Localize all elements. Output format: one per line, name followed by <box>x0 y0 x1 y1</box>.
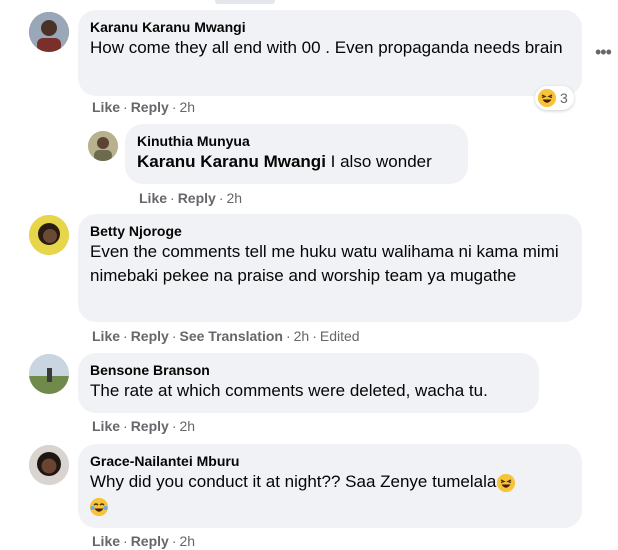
reply-button[interactable]: Reply <box>131 533 169 549</box>
comment-text: Why did you conduct it at night?? Saa Ze… <box>90 470 570 518</box>
edited-label: Edited <box>319 328 360 344</box>
avatar[interactable] <box>29 12 69 52</box>
reply-button[interactable]: Reply <box>131 418 169 434</box>
comment-actions: Like · Reply · 2h <box>139 190 243 206</box>
laughing-emoji-icon <box>538 89 556 107</box>
comment-bubble: Karanu Karanu Mwangi How come they all e… <box>78 10 582 96</box>
comment-text: Even the comments tell me huku watu wali… <box>90 242 559 285</box>
reply-bubble: Kinuthia Munyua Karanu Karanu Mwangi I a… <box>125 124 468 184</box>
like-button[interactable]: Like <box>92 418 120 434</box>
comment-text: Karanu Karanu Mwangi I also wonder <box>137 150 456 174</box>
comment-actions: Like · Reply · 2h <box>92 533 196 549</box>
reply-text: I also wonder <box>330 152 432 171</box>
comment-author[interactable]: Grace-Nailantei Mburu <box>90 452 570 470</box>
comment-bubble: Bensone Branson The rate at which commen… <box>78 353 539 413</box>
tears-of-joy-emoji-icon <box>90 497 108 516</box>
laughing-emoji-icon <box>497 473 516 492</box>
avatar[interactable] <box>29 445 69 485</box>
timestamp[interactable]: 2h <box>179 99 195 115</box>
comment-text: How come they all end with 00 . Even pro… <box>90 38 563 57</box>
like-button[interactable]: Like <box>139 190 167 206</box>
reaction-summary[interactable]: 3 <box>535 86 574 110</box>
reply-button[interactable]: Reply <box>131 99 169 115</box>
comment-bubble: Betty Njoroge Even the comments tell me … <box>78 214 582 322</box>
more-options-icon[interactable]: ••• <box>595 43 612 61</box>
timestamp[interactable]: 2h <box>179 533 195 549</box>
like-button[interactable]: Like <box>92 328 120 344</box>
timestamp[interactable]: 2h <box>226 190 242 206</box>
avatar[interactable] <box>29 354 69 394</box>
reply-button[interactable]: Reply <box>178 190 216 206</box>
reaction-count: 3 <box>560 90 568 106</box>
previous-thread-edge <box>215 0 275 4</box>
reply-button[interactable]: Reply <box>131 328 169 344</box>
comment-actions: Like · Reply · 2h <box>92 418 196 434</box>
mention-link[interactable]: Karanu Karanu Mwangi <box>137 152 326 171</box>
avatar[interactable] <box>29 215 69 255</box>
timestamp[interactable]: 2h <box>294 328 310 344</box>
like-button[interactable]: Like <box>92 99 120 115</box>
comment-author[interactable]: Karanu Karanu Mwangi <box>90 18 570 36</box>
comment-text-content: Why did you conduct it at night?? Saa Ze… <box>90 472 497 491</box>
comment-bubble: Grace-Nailantei Mburu Why did you conduc… <box>78 444 582 528</box>
like-button[interactable]: Like <box>92 533 120 549</box>
avatar[interactable] <box>88 131 118 161</box>
comment-author[interactable]: Betty Njoroge <box>90 222 570 240</box>
see-translation-button[interactable]: See Translation <box>179 328 282 344</box>
timestamp[interactable]: 2h <box>179 418 195 434</box>
comment-author[interactable]: Kinuthia Munyua <box>137 132 456 150</box>
comment-text: The rate at which comments were deleted,… <box>90 381 488 400</box>
comment-actions: Like · Reply · See Translation · 2h · Edited <box>92 328 360 344</box>
comment-author[interactable]: Bensone Branson <box>90 361 527 379</box>
comment-actions: Like · Reply · 2h <box>92 99 196 115</box>
